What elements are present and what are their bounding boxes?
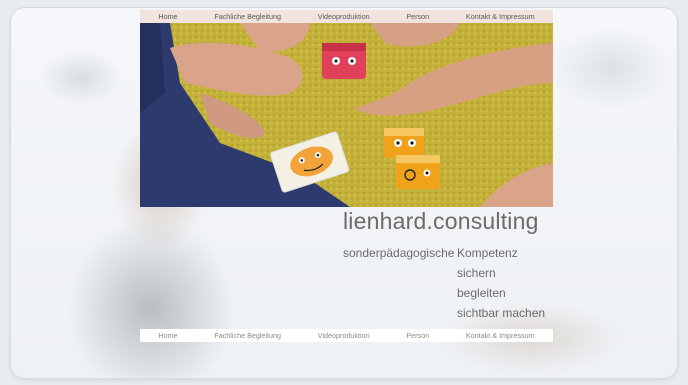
nav-item-home[interactable]: Home [158, 12, 177, 21]
nav-item-videoproduktion[interactable]: Videoproduktion [318, 12, 370, 21]
site-title: lienhard.consulting [343, 208, 539, 234]
tagline-line-sichern: sichern [457, 266, 496, 280]
browser-frame: Home Fachliche Begleitung Videoproduktio… [11, 8, 677, 378]
nav-item-fachliche-begleitung[interactable]: Fachliche Begleitung [214, 12, 281, 21]
tagline-subtitle: sonderpädagogische [343, 246, 455, 260]
nav-item-kontakt-impressum[interactable]: Kontakt & Impressum [466, 12, 535, 21]
nav-item-person[interactable]: Person [406, 12, 429, 21]
footer-nav-item-home[interactable]: Home [158, 331, 177, 340]
hero-photo-illustration [140, 23, 553, 207]
footer-nav-item-fachliche-begleitung[interactable]: Fachliche Begleitung [214, 331, 281, 340]
tagline-line-kompetenz: Kompetenz [457, 246, 518, 260]
footer-nav-item-person[interactable]: Person [406, 331, 429, 340]
footer-nav-item-kontakt-impressum[interactable]: Kontakt & Impressum [466, 331, 535, 340]
tagline-line-begleiten: begleiten [457, 286, 506, 300]
hero-image [140, 23, 553, 207]
bottom-nav: Home Fachliche Begleitung Videoproduktio… [140, 329, 553, 342]
footer-nav-item-videoproduktion[interactable]: Videoproduktion [318, 331, 370, 340]
tagline-line-sichtbar-machen: sichtbar machen [457, 306, 546, 320]
top-nav: Home Fachliche Begleitung Videoproduktio… [140, 10, 553, 23]
